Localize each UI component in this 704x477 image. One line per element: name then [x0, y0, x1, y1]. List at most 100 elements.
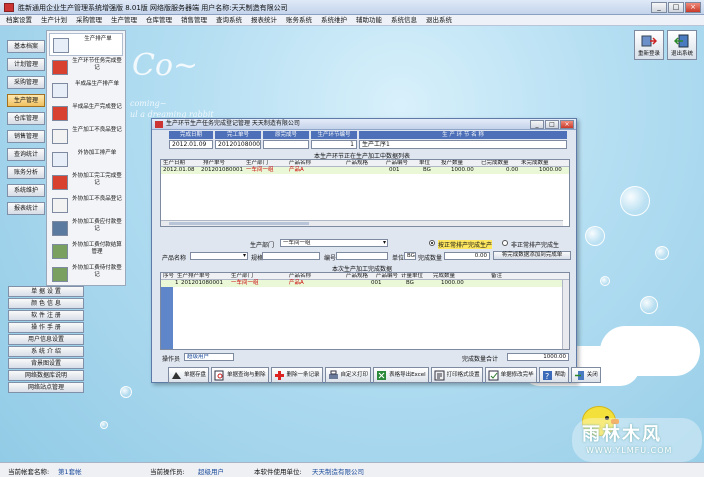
- sub-outsource-payable[interactable]: 外协加工费应付款登记: [49, 217, 123, 240]
- orig-no-field[interactable]: [263, 140, 309, 149]
- menu-item[interactable]: 销售管理: [181, 15, 207, 25]
- nav-warehouse[interactable]: 仓库管理: [7, 112, 45, 125]
- radio-normal-label: 按正常排产完成生产: [438, 240, 493, 249]
- menu-item[interactable]: 档案设置: [6, 15, 32, 25]
- vertical-scrollbar[interactable]: [562, 280, 569, 349]
- sub-production-schedule[interactable]: 生产排产单: [49, 33, 123, 56]
- menu-item[interactable]: 系统信息: [391, 15, 417, 25]
- minimize-button[interactable]: _: [651, 2, 667, 13]
- product-name-label: 产品名称: [162, 255, 187, 262]
- menu-item[interactable]: 账务系统: [286, 15, 312, 25]
- maximize-button[interactable]: □: [668, 2, 684, 13]
- add-to-completion-button[interactable]: 将完成数据添加到完成单: [493, 251, 571, 260]
- save-document-button[interactable]: 单据存盘: [168, 367, 210, 383]
- sub-outsource-defect[interactable]: 外协加工不良品登记: [49, 194, 123, 217]
- unit-field[interactable]: BG: [404, 252, 416, 260]
- menu-item[interactable]: 辅助功能: [356, 15, 382, 25]
- menu-item[interactable]: 查询系统: [216, 15, 242, 25]
- watermark: 雨林木风 WWW.YLMFU.COM: [572, 418, 702, 462]
- menu-item[interactable]: 退出系统: [426, 15, 452, 25]
- total-field: 1000.00: [507, 353, 569, 361]
- document-search-icon: [214, 370, 224, 380]
- util-manual[interactable]: 操 作 手 册: [8, 322, 84, 333]
- spec-field[interactable]: [262, 252, 320, 260]
- dialog-maximize-button[interactable]: □: [545, 120, 559, 129]
- menu-item[interactable]: 生产管理: [111, 15, 137, 25]
- nav-maintenance[interactable]: 系统维护: [7, 184, 45, 197]
- nav-production[interactable]: 生产管理: [7, 94, 45, 107]
- radio-abnormal[interactable]: [502, 240, 508, 246]
- nav-basic-archive[interactable]: 基本档案: [7, 40, 45, 53]
- code-field[interactable]: [336, 252, 388, 260]
- menu-item[interactable]: 报表统计: [251, 15, 277, 25]
- utility-panel: 单 据 设 置 颜 色 信 息 软 件 注 册 操 作 手 册 用户信息设置 系…: [8, 286, 88, 394]
- sub-outsource-pending[interactable]: 外协加工费待付款登记: [49, 263, 123, 286]
- table-row[interactable]: 2012.01.08 201201080001 一车间一组 产品A 001 BG…: [161, 167, 569, 174]
- nav-purchase[interactable]: 采购管理: [7, 76, 45, 89]
- nav-query[interactable]: 查询统计: [7, 148, 45, 161]
- sub-semi-schedule[interactable]: 半成品生产排产单: [49, 79, 123, 102]
- operator-status-value: 超级用户: [198, 468, 224, 476]
- util-about[interactable]: 系 统 介 绍: [8, 346, 84, 357]
- process-code-field[interactable]: 1: [311, 140, 357, 149]
- date-field[interactable]: 2012.01.09: [169, 140, 213, 149]
- sub-outsource-schedule[interactable]: 外协加工排产单: [49, 148, 123, 171]
- menu-item[interactable]: 系统维护: [321, 15, 347, 25]
- in-process-table[interactable]: 生产日期 排产单号 生产部门 产品名称 产品规格 产品编号 单位 投产数量 已完…: [160, 159, 570, 227]
- util-register[interactable]: 软 件 注 册: [8, 310, 84, 321]
- menu-item[interactable]: 采购管理: [76, 15, 102, 25]
- desktop-logo: Co~: [132, 48, 199, 83]
- sub-process-completion[interactable]: 生产环节任务完成登记: [49, 56, 123, 79]
- product-name-field[interactable]: [190, 252, 248, 260]
- window-title: 胜新通用企业生产管理系统增强版 8.01版 网络版服务器端 用户名称:天天制造有…: [18, 4, 288, 12]
- nav-finance[interactable]: 账务分析: [7, 166, 45, 179]
- util-site-manage[interactable]: 网络站点管理: [8, 382, 84, 393]
- status-bar: 当前帐套名称: 第1套帐 当前操作员: 超级用户 本软件使用单位: 天天制造有限…: [0, 462, 704, 477]
- radio-normal[interactable]: [429, 240, 435, 246]
- completion-table[interactable]: 序号 生产排产单号 生产部门 产品名称 产品规格 产品编号 计量单位 完成数量 …: [160, 272, 570, 350]
- util-document-settings[interactable]: 单 据 设 置: [8, 286, 84, 297]
- modify-done-button[interactable]: 单据修改完毕: [484, 367, 537, 383]
- close-button[interactable]: ×: [685, 2, 701, 13]
- exit-system-button[interactable]: 退出系统: [667, 30, 697, 60]
- dialog-icon: [155, 121, 163, 128]
- sub-outsource-completion[interactable]: 外协加工完工完成登记: [49, 171, 123, 194]
- title-bar: 胜新通用企业生产管理系统增强版 8.01版 网络版服务器端 用户名称:天天制造有…: [0, 0, 704, 15]
- export-excel-button[interactable]: 表格导出Excel: [373, 367, 429, 383]
- menu-item[interactable]: 生产计划: [41, 15, 67, 25]
- horizontal-scrollbar[interactable]: [161, 220, 563, 226]
- dept-select[interactable]: 一车间一组: [280, 239, 388, 247]
- svg-text:?: ?: [545, 372, 549, 381]
- warning-icon: [52, 198, 68, 213]
- util-color-info[interactable]: 颜 色 信 息: [8, 298, 84, 309]
- sub-semi-completion[interactable]: 半成品生产完成登记: [49, 102, 123, 125]
- util-background[interactable]: 背景图设置: [8, 358, 84, 369]
- exit-icon: [674, 34, 689, 48]
- sub-defect-register[interactable]: 生产加工不良品登记: [49, 125, 123, 148]
- delete-record-button[interactable]: 删除一条记录: [270, 367, 323, 383]
- nav-sales[interactable]: 销售管理: [7, 130, 45, 143]
- custom-print-button[interactable]: 自定义打印: [324, 367, 372, 383]
- upload-arrow-icon: [52, 106, 68, 121]
- nav-plan[interactable]: 计划管理: [7, 58, 45, 71]
- done-qty-field[interactable]: 0.00: [444, 252, 490, 260]
- process-name-field[interactable]: 生产工序1: [359, 140, 567, 149]
- dialog-minimize-button[interactable]: _: [530, 120, 544, 129]
- help-button[interactable]: ? 帮助: [538, 367, 569, 383]
- help-icon: ?: [542, 370, 552, 381]
- desktop-slogan: coming~ ul a dreaming rabbit: [130, 99, 214, 119]
- exit-door-icon: [574, 370, 584, 380]
- sub-outsource-settlement[interactable]: 外协加工费付款结算管理: [49, 240, 123, 263]
- table-row[interactable]: 1 201201080001 一车间一组 产品A 001 BG 1000.00: [161, 280, 569, 287]
- util-user-settings[interactable]: 用户信息设置: [8, 334, 84, 345]
- order-no-field[interactable]: 201201080001: [215, 140, 261, 149]
- print-format-button[interactable]: 打印格式设置: [430, 367, 483, 383]
- relogin-button[interactable]: 重新登录: [634, 30, 664, 60]
- menu-item[interactable]: 仓库管理: [146, 15, 172, 25]
- bubble-decoration: [585, 226, 605, 246]
- close-dialog-button[interactable]: 关闭: [570, 367, 601, 383]
- nav-reports[interactable]: 报表统计: [7, 202, 45, 215]
- query-delete-button[interactable]: 单据查询与删除: [211, 367, 269, 383]
- util-network-db[interactable]: 网络数据库说明: [8, 370, 84, 381]
- dialog-close-button[interactable]: ×: [560, 120, 574, 129]
